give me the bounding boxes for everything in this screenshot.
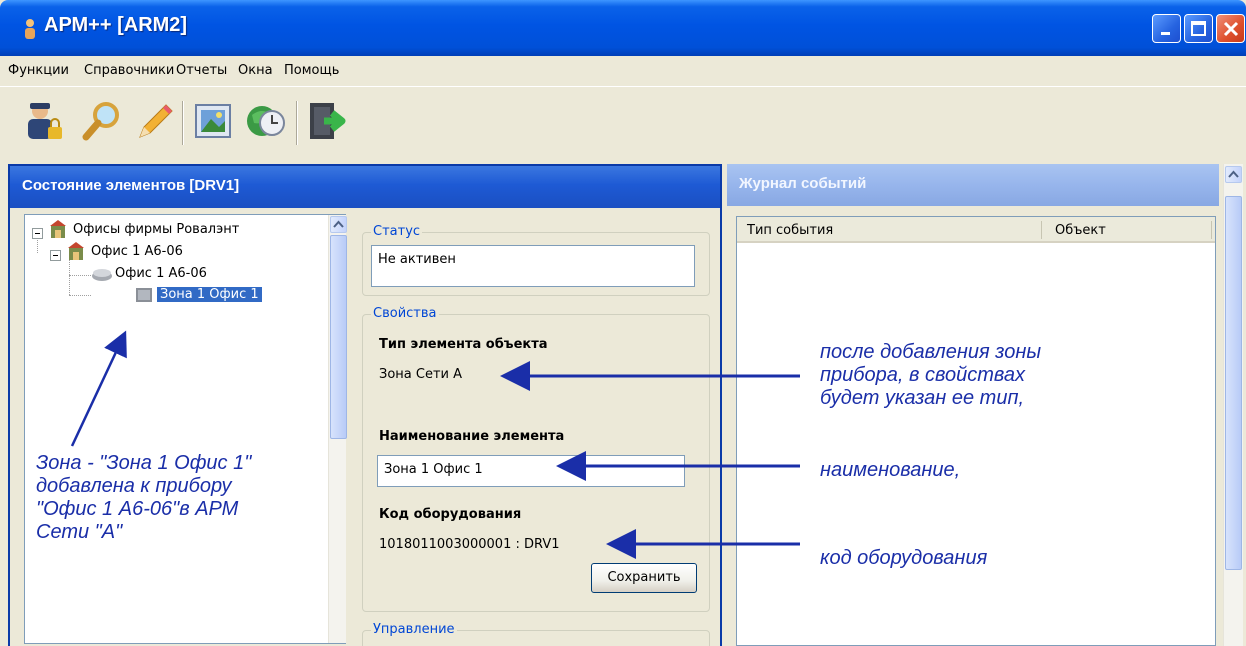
device-icon (92, 269, 112, 281)
tree-scrollbar[interactable] (328, 215, 347, 643)
properties-group-title: Свойства (371, 306, 439, 321)
building-icon (68, 242, 84, 260)
minimize-icon (1161, 32, 1170, 35)
close-button[interactable] (1216, 14, 1245, 43)
status-group: Статус Не активен (362, 224, 710, 296)
left-annotation-line: добавлена к прибору (36, 475, 232, 497)
menu-functions[interactable]: Функции (8, 63, 69, 78)
event-log-title: Журнал событий (739, 175, 867, 192)
title-bar[interactable]: АРМ++ [ARM2] (0, 0, 1246, 56)
scroll-up-button[interactable] (330, 216, 347, 233)
element-type-value: Зона Сети А (379, 367, 463, 382)
search-icon[interactable] (80, 99, 124, 143)
equipment-code-value: 1018011003000001 : DRV1 (379, 537, 560, 552)
element-type-label: Тип элемента объекта (379, 337, 548, 352)
tree-node-office[interactable]: Офис 1 А6-06 (91, 244, 183, 259)
edit-pencil-icon[interactable] (132, 99, 176, 143)
equipment-code-label: Код оборудования (379, 507, 522, 522)
app-window: АРМ++ [ARM2] Функции Справочники Отчеты … (0, 0, 1246, 646)
tree-node-root[interactable]: Офисы фирмы Ровалэнт (73, 222, 239, 237)
collapse-root-icon[interactable] (32, 228, 43, 239)
toolbar (0, 86, 1246, 158)
type-annotation: после добавления зоны прибора, в свойств… (820, 341, 1041, 410)
type-annotation-line: прибора, в свойствах (820, 364, 1026, 386)
element-name-label: Наименование элемента (379, 429, 565, 444)
left-annotation: Зона - "Зона 1 Офис 1" добавлена к прибо… (36, 452, 251, 544)
globe-clock-icon[interactable] (244, 99, 288, 143)
status-group-title: Статус (371, 224, 423, 239)
control-group: Управление (362, 622, 710, 646)
elements-state-title: Состояние элементов [DRV1] (22, 177, 240, 194)
chevron-up-icon (1228, 170, 1239, 178)
exit-icon[interactable] (306, 99, 350, 143)
menu-help[interactable]: Помощь (284, 63, 339, 78)
object-tree[interactable]: Офисы фирмы Ровалэнт Офис 1 А6-06 Офис 1… (24, 214, 347, 644)
right-panel-scrollbar[interactable] (1223, 164, 1243, 646)
name-annotation: наименование, (820, 459, 961, 481)
minimize-button[interactable] (1152, 14, 1181, 43)
picture-icon[interactable] (192, 99, 236, 143)
building-icon (50, 220, 66, 238)
window-title: АРМ++ [ARM2] (44, 14, 188, 36)
tree-node-zone[interactable]: Зона 1 Офис 1 (157, 287, 262, 302)
event-log-header: Журнал событий (727, 164, 1219, 206)
element-name-value: Зона 1 Офис 1 (384, 462, 483, 477)
properties-group: Свойства Тип элемента объекта Зона Сети … (362, 306, 710, 612)
elements-state-header: Состояние элементов [DRV1] (10, 166, 720, 208)
elements-state-panel: Состояние элементов [DRV1] Офисы фирмы Р… (8, 164, 722, 646)
app-icon (25, 19, 35, 39)
left-annotation-line: Зона - "Зона 1 Офис 1" (36, 452, 252, 474)
left-annotation-line: "Офис 1 А6-06"в АРМ (36, 498, 239, 520)
menu-windows[interactable]: Окна (238, 63, 273, 78)
user-lock-icon[interactable] (22, 99, 66, 143)
scroll-thumb[interactable] (330, 235, 347, 439)
tree-node-device[interactable]: Офис 1 А6-06 (115, 266, 207, 281)
status-field[interactable]: Не активен (371, 245, 695, 287)
maximize-icon (1191, 21, 1206, 36)
maximize-button[interactable] (1184, 14, 1213, 43)
menu-references[interactable]: Справочники (84, 63, 174, 78)
right-scroll-up-button[interactable] (1225, 166, 1242, 183)
close-icon (1223, 21, 1239, 37)
status-value: Не активен (378, 252, 456, 267)
menu-bar: Функции Справочники Отчеты Окна Помощь (0, 56, 1246, 86)
column-event-type[interactable]: Тип события (747, 223, 833, 238)
left-annotation-line: Сети "А" (36, 521, 123, 543)
control-group-title: Управление (371, 622, 457, 637)
column-object[interactable]: Объект (1055, 223, 1106, 238)
type-annotation-line: будет указан ее тип, (820, 387, 1025, 409)
zone-icon (136, 288, 152, 302)
chevron-up-icon (333, 220, 344, 228)
element-name-field[interactable]: Зона 1 Офис 1 (377, 455, 685, 487)
collapse-office-icon[interactable] (50, 250, 61, 261)
save-button[interactable]: Сохранить (591, 563, 697, 593)
event-log-grid-header: Тип события Объект (737, 217, 1215, 243)
menu-reports[interactable]: Отчеты (176, 63, 227, 78)
code-annotation: код оборудования (820, 547, 988, 569)
event-log-grid[interactable]: Тип события Объект (736, 216, 1216, 646)
right-scroll-thumb[interactable] (1225, 196, 1242, 570)
type-annotation-line: после добавления зоны (820, 341, 1042, 363)
